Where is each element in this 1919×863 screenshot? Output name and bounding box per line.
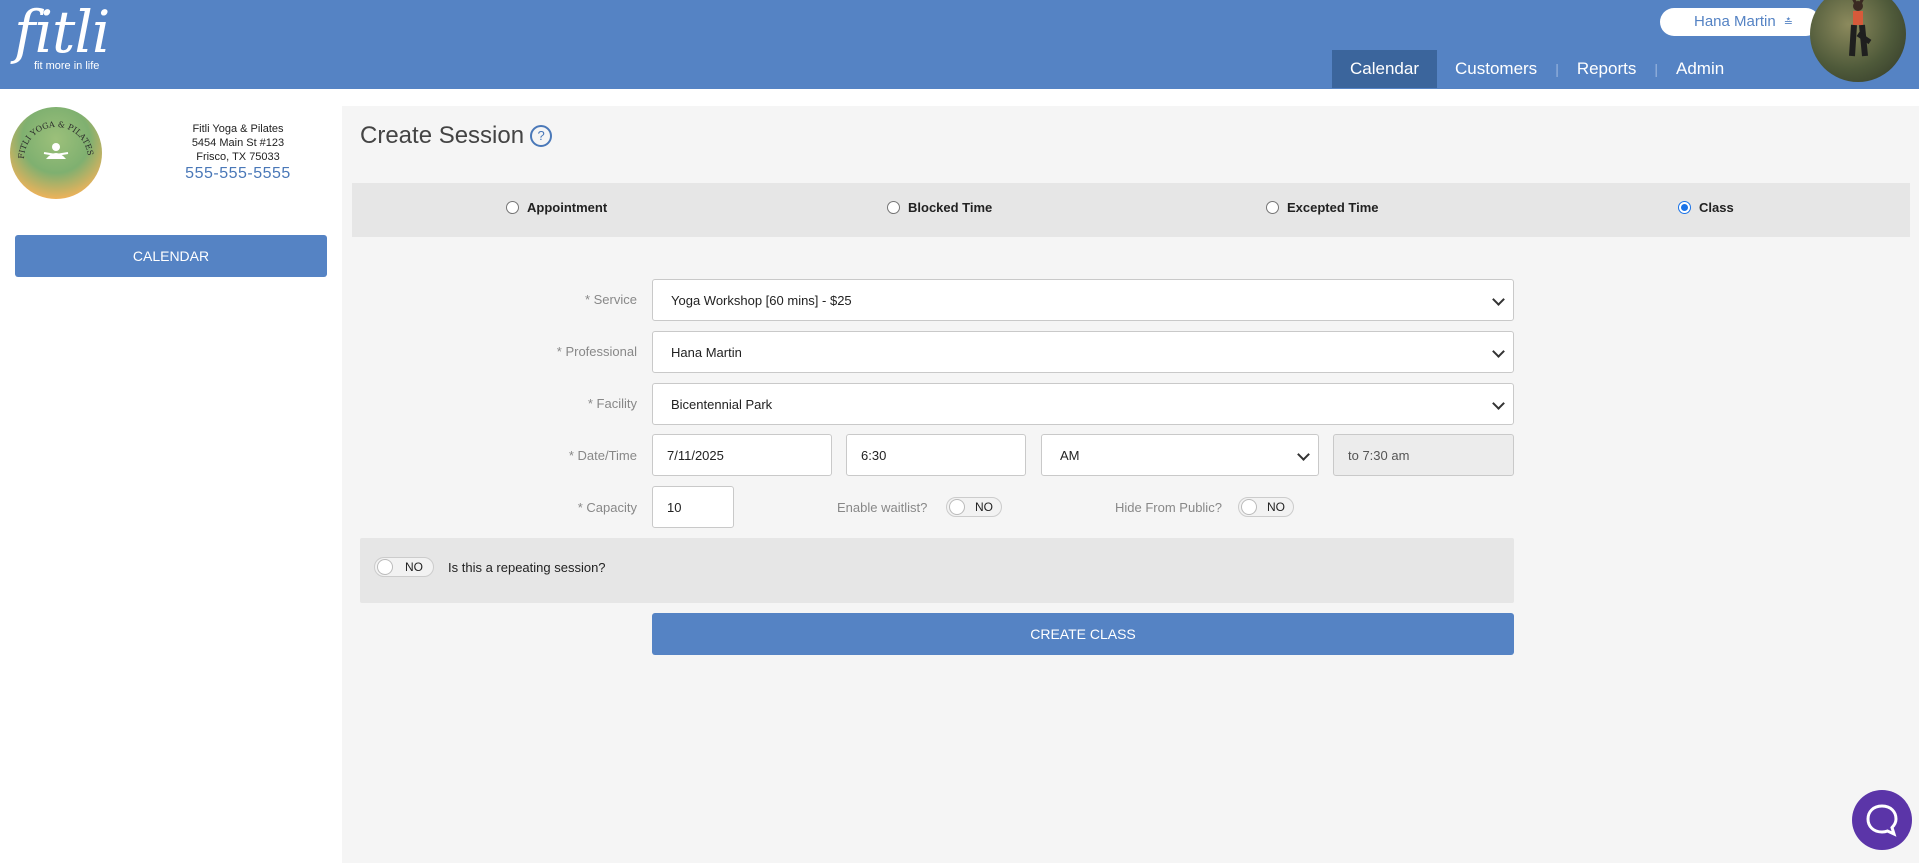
nav-admin[interactable]: Admin [1658,50,1742,88]
create-session-panel: Create Session? Appointment Blocked Time… [342,106,1919,863]
waitlist-label: Enable waitlist? [837,500,928,515]
calendar-button[interactable]: CALENDAR [15,235,327,277]
toggle-state: NO [405,560,423,574]
professional-label: * Professional [556,344,637,359]
business-address-line2: Frisco, TX 75033 [196,151,280,163]
user-name: Hana Martin [1694,13,1776,30]
toggle-knob [949,499,965,515]
ampm-value: AM [1060,447,1080,463]
user-menu[interactable]: Hana Martin ≛ [1660,8,1820,36]
toggle-knob [1241,499,1257,515]
service-select[interactable]: Yoga Workshop [60 mins] - $25 [652,279,1514,321]
create-class-button[interactable]: CREATE CLASS [652,613,1514,655]
logo-text: fitli [14,0,110,66]
professional-select[interactable]: Hana Martin [652,331,1514,373]
chevron-down-icon [1492,293,1505,306]
datetime-label: * Date/Time [568,448,637,463]
session-type-selector: Appointment Blocked Time Excepted Time C… [352,183,1910,237]
radio-excepted-time[interactable]: Excepted Time [1266,200,1379,215]
main-nav: Calendar Customers | Reports | Admin [1332,50,1742,88]
date-input[interactable]: 7/11/2025 [652,434,832,476]
radio-label: Blocked Time [908,200,993,215]
page-title-text: Create Session [360,122,525,149]
help-icon[interactable]: ? [530,125,553,147]
radio-class[interactable]: Class [1678,200,1734,215]
avatar[interactable] [1810,0,1906,82]
hide-public-toggle[interactable]: NO [1238,497,1294,517]
nav-calendar[interactable]: Calendar [1332,50,1437,88]
nav-customers[interactable]: Customers [1437,50,1555,88]
hide-public-label: Hide From Public? [1115,500,1222,515]
facility-label: * Facility [587,396,637,411]
toggle-knob [377,559,393,575]
service-value: Yoga Workshop [60 mins] - $25 [671,292,852,308]
capacity-label: * Capacity [577,500,637,515]
repeating-toggle[interactable]: NO [374,557,434,577]
end-time-value: to 7:30 am [1348,447,1410,463]
nav-reports[interactable]: Reports [1559,50,1655,88]
business-logo: FITLI YOGA & PILATES [10,107,102,199]
radio-icon[interactable] [1678,201,1691,214]
logo-tagline: fit more in life [34,60,100,72]
top-navbar: fitli fit more in life Hana Martin ≛ Cale… [0,0,1919,89]
toggle-state: NO [975,500,993,514]
radio-appointment[interactable]: Appointment [506,200,607,215]
chat-launcher[interactable] [1852,790,1912,850]
business-phone[interactable]: 555-555-5555 [150,166,326,182]
date-value: 7/11/2025 [667,447,724,463]
service-label: * Service [584,292,637,307]
toggle-state: NO [1267,500,1285,514]
end-time-display: to 7:30 am [1333,434,1514,476]
chevron-down-icon: ≛ [1783,17,1793,29]
time-value: 6:30 [861,447,887,463]
facility-select[interactable]: Bicentennial Park [652,383,1514,425]
chevron-down-icon [1492,345,1505,358]
radio-label: Class [1699,200,1734,215]
radio-label: Excepted Time [1287,200,1379,215]
radio-label: Appointment [527,200,608,215]
chevron-down-icon [1297,448,1310,461]
capacity-value: 10 [667,499,682,515]
fitli-logo[interactable]: fitli fit more in life [14,0,110,72]
chat-icon [1866,804,1898,837]
professional-value: Hana Martin [671,344,742,360]
radio-icon[interactable] [887,201,900,214]
business-address-line1: 5454 Main St #123 [191,137,285,149]
capacity-input[interactable]: 10 [652,486,734,528]
ampm-select[interactable]: AM [1041,434,1319,476]
time-input[interactable]: 6:30 [846,434,1026,476]
waitlist-toggle[interactable]: NO [946,497,1002,517]
business-name: Fitli Yoga & Pilates [192,123,284,135]
radio-blocked-time[interactable]: Blocked Time [887,200,992,215]
page-title: Create Session? [360,122,553,150]
facility-value: Bicentennial Park [671,396,773,412]
repeating-session-panel: NO Is this a repeating session? [360,538,1514,603]
radio-icon[interactable] [506,201,519,214]
business-info: Fitli Yoga & Pilates 5454 Main St #123 F… [150,122,326,182]
radio-icon[interactable] [1266,201,1279,214]
repeating-label: Is this a repeating session? [448,560,606,575]
sidebar: FITLI YOGA & PILATES Fitli Yoga & Pilate… [0,89,341,863]
chevron-down-icon [1492,397,1505,410]
